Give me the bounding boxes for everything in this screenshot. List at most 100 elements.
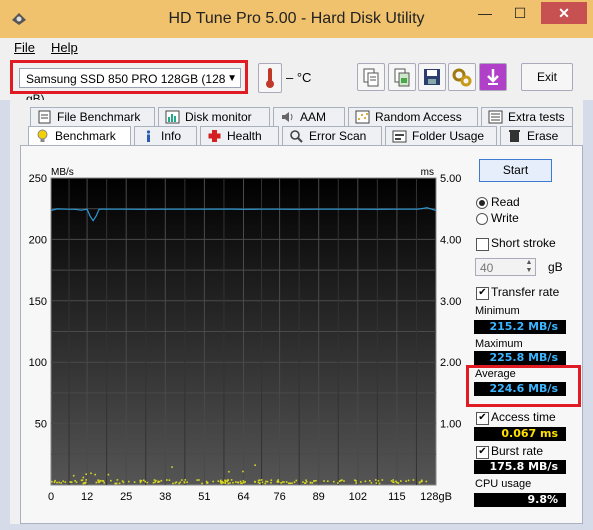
access-time-point <box>258 479 261 481</box>
access-time-point <box>276 480 279 482</box>
average-label: Average <box>475 368 516 380</box>
access-time-point <box>58 481 60 484</box>
access-time-point <box>101 480 104 482</box>
tab-disk-monitor[interactable]: Disk monitor <box>158 107 270 126</box>
y-right-tick-label: 1.00 <box>440 419 461 431</box>
access-time-point <box>370 482 373 484</box>
x-tick-label: 25 <box>120 491 132 503</box>
minimize-button[interactable]: — <box>470 2 500 24</box>
access-time-point <box>103 481 105 484</box>
access-time-point <box>425 480 428 483</box>
access-time-point <box>242 481 245 484</box>
download-button[interactable] <box>479 63 507 91</box>
access-time-point <box>128 480 130 483</box>
tab-label: AAM <box>300 110 327 124</box>
access-time-point <box>97 479 99 481</box>
access-time-point <box>291 482 293 484</box>
access-time-point <box>53 481 56 483</box>
save-button[interactable] <box>418 63 446 91</box>
tab-label: Health <box>227 129 262 143</box>
access-time-point <box>181 479 183 481</box>
access-time-point <box>232 481 234 484</box>
access-time-point <box>327 480 329 482</box>
access-time-point <box>244 481 246 483</box>
access-time-point <box>166 479 168 481</box>
average-value: 224.6 MB/s <box>474 382 566 396</box>
access-time-point <box>133 481 136 483</box>
access-time-point <box>115 482 117 485</box>
access-time-point <box>360 481 362 483</box>
tab-label: File Benchmark <box>57 110 141 124</box>
access-time-point <box>323 480 325 482</box>
access-time-point <box>184 479 187 481</box>
read-radio[interactable] <box>476 197 488 209</box>
access-time-point <box>201 482 203 485</box>
menu-help[interactable]: Help <box>51 40 78 55</box>
copy-text-button[interactable] <box>357 63 385 91</box>
start-button[interactable]: Start <box>479 159 552 182</box>
minimum-value: 215.2 MB/s <box>474 320 566 334</box>
access-time-point <box>288 482 290 485</box>
access-time-point <box>98 481 100 484</box>
access-time-point <box>198 479 200 481</box>
access-time-point <box>54 479 56 482</box>
access-time-checkbox[interactable]: ✔ <box>476 412 489 425</box>
y-left-tick-label: 200 <box>29 234 47 246</box>
tab-health[interactable]: Health <box>200 126 279 145</box>
tab-erase[interactable]: Erase <box>500 126 573 145</box>
write-label: Write <box>491 211 519 225</box>
write-radio[interactable] <box>476 213 488 225</box>
access-time-point <box>152 481 155 484</box>
tab-folder-usage[interactable]: Folder Usage <box>385 126 497 145</box>
access-time-point <box>183 481 186 484</box>
access-time-point <box>393 481 395 484</box>
tab-error-scan[interactable]: Error Scan <box>282 126 382 145</box>
access-time-point <box>206 481 209 484</box>
access-time-point <box>293 481 296 483</box>
tab-random-access[interactable]: Random Access <box>348 107 478 126</box>
access-time-point <box>64 481 67 483</box>
benchmark-chart: 250 200 150 100 50 5.00 4.00 3.00 2.00 1.00 MB/s ms… <box>22 163 467 508</box>
folder-icon <box>392 130 407 143</box>
access-time-point <box>400 480 402 482</box>
access-time-point <box>235 481 237 483</box>
access-time-point <box>304 482 307 484</box>
access-time-point <box>355 480 357 482</box>
tab-file-benchmark[interactable]: File Benchmark <box>30 107 155 126</box>
access-time-point <box>302 481 304 483</box>
x-tick-label: 12 <box>81 491 93 503</box>
tab-benchmark[interactable]: Benchmark <box>28 126 131 146</box>
health-cross-icon <box>208 130 221 142</box>
short-stroke-spinner[interactable]: ▲ ▼ <box>523 259 535 275</box>
close-button[interactable]: ✕ <box>541 2 587 24</box>
short-stroke-checkbox[interactable] <box>476 238 489 251</box>
access-time-point <box>355 482 357 484</box>
access-time-point <box>116 479 119 481</box>
access-time-point <box>121 480 124 482</box>
burst-rate-checkbox[interactable]: ✔ <box>476 446 489 459</box>
access-time-point <box>186 481 188 483</box>
temperature-button[interactable] <box>258 63 282 93</box>
access-time-point <box>174 482 177 484</box>
access-time-point <box>217 480 220 482</box>
access-time-point <box>254 464 256 466</box>
tab-info[interactable]: Info <box>134 126 197 145</box>
tab-label: Random Access <box>375 110 462 124</box>
access-time-point <box>212 480 214 483</box>
cpu-usage-value: 9.8% <box>474 493 566 507</box>
drive-select[interactable]: Samsung SSD 850 PRO 128GB (128 gB) ▼ <box>19 68 241 106</box>
menu-file[interactable]: File <box>14 40 35 55</box>
transfer-rate-checkbox[interactable]: ✔ <box>476 287 489 300</box>
access-time-point <box>283 481 285 483</box>
tab-aam[interactable]: AAM <box>273 107 345 126</box>
maximize-button[interactable]: ☐ <box>505 2 535 24</box>
burst-rate-label: Burst rate <box>491 444 544 458</box>
tab-extra-tests[interactable]: Extra tests <box>481 107 573 126</box>
access-time-point <box>85 481 87 484</box>
tab-label: Disk monitor <box>185 110 252 124</box>
extra-tests-icon <box>488 110 503 124</box>
copy-screenshot-button[interactable] <box>388 63 416 91</box>
exit-button[interactable]: Exit <box>521 63 573 91</box>
options-button[interactable] <box>448 63 476 91</box>
access-time-point <box>227 482 230 485</box>
